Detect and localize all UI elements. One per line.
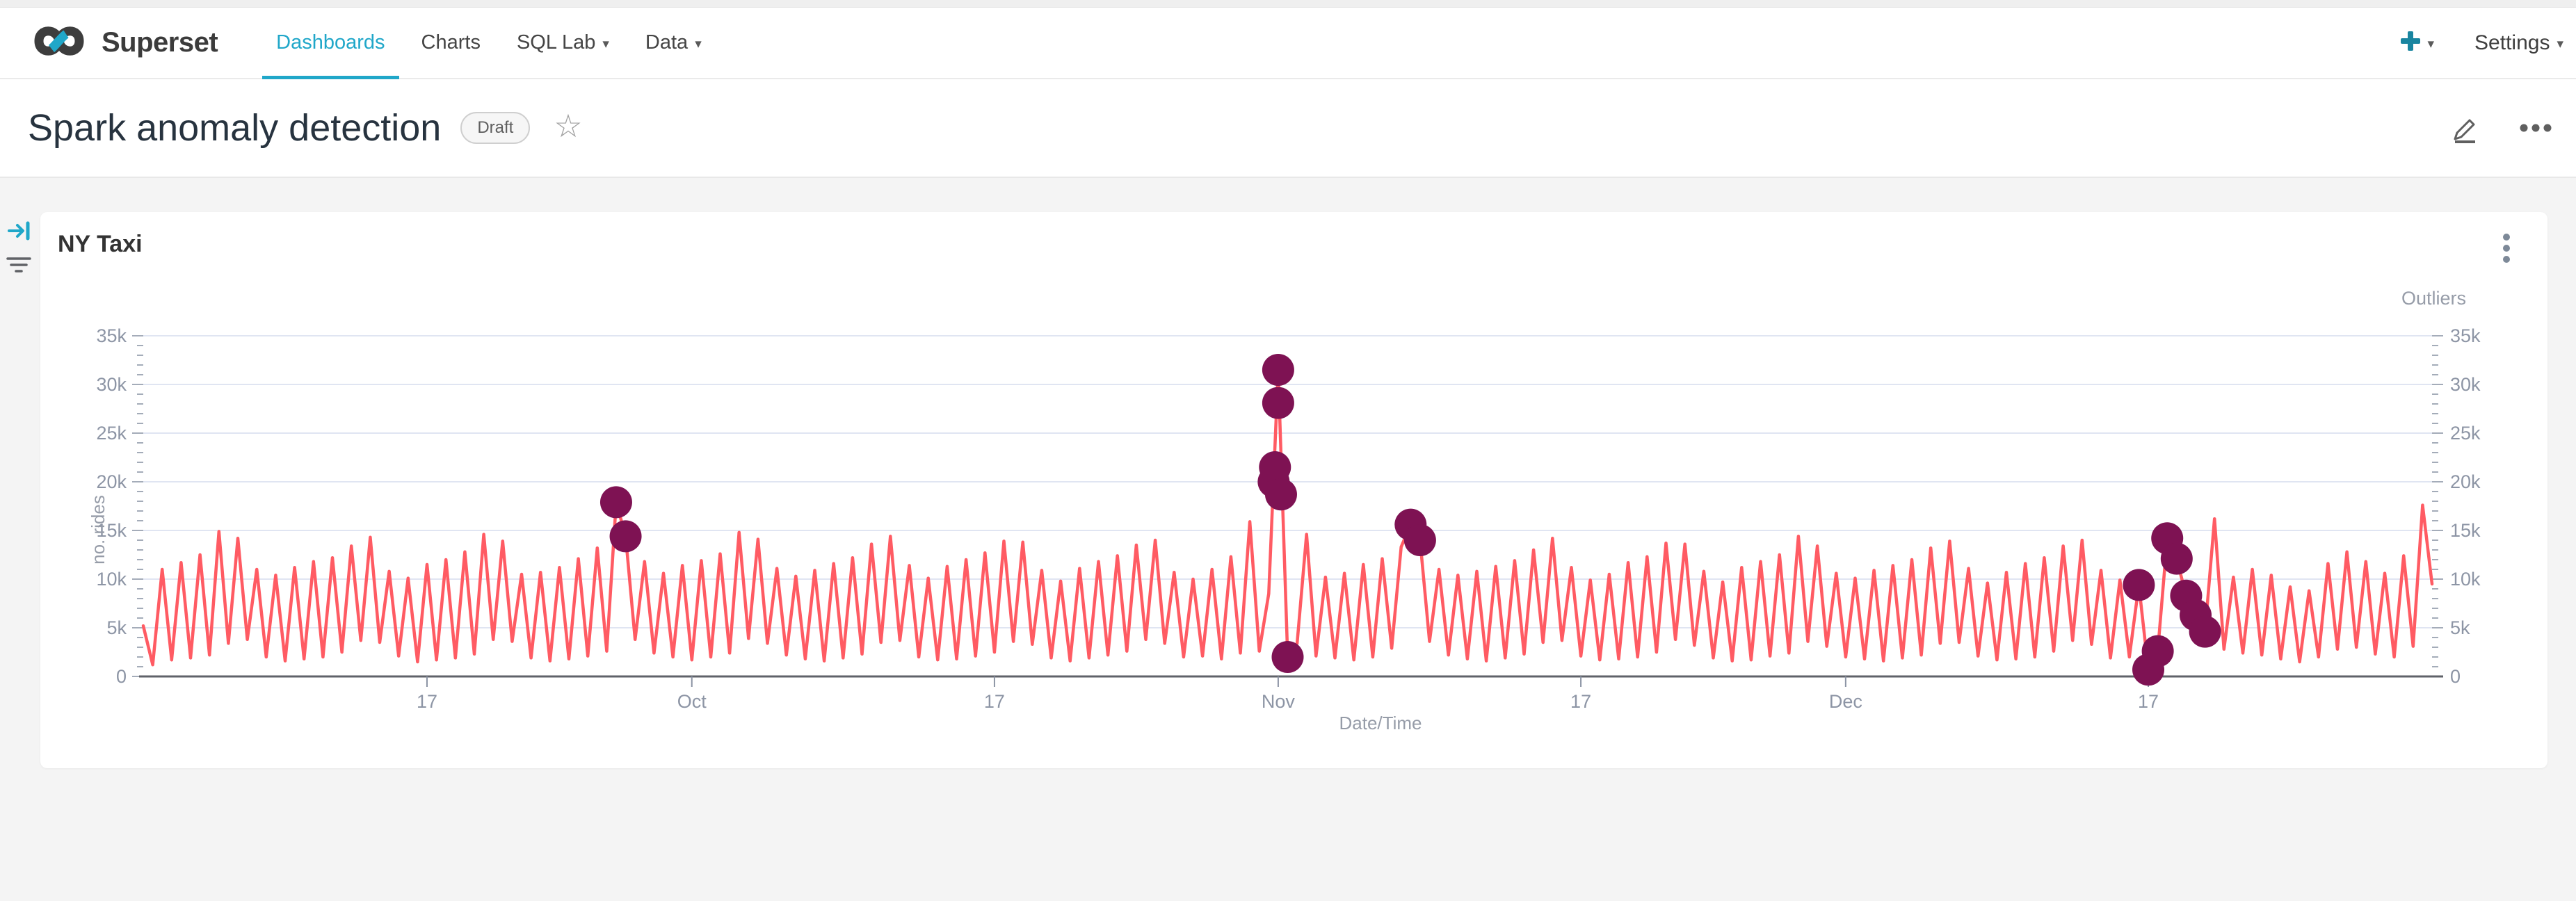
plus-icon (2400, 31, 2421, 55)
outlier-point[interactable] (1404, 524, 1436, 556)
expand-filter-bar-icon[interactable] (6, 217, 36, 248)
brand-name: Superset (102, 27, 218, 58)
outlier-point[interactable] (2189, 616, 2221, 648)
nav-item-charts[interactable]: Charts (403, 8, 499, 78)
outlier-point[interactable] (600, 486, 632, 518)
superset-logo[interactable]: Superset (24, 19, 218, 66)
outlier-point[interactable] (610, 520, 642, 552)
nav-item-dashboards[interactable]: Dashboards (258, 8, 403, 78)
caret-down-icon: ▾ (2428, 36, 2435, 51)
outlier-point[interactable] (2142, 635, 2174, 667)
caret-down-icon: ▾ (695, 36, 702, 51)
outlier-point[interactable] (2161, 543, 2193, 575)
favorite-star-icon[interactable]: ☆ (554, 110, 582, 142)
header-actions (2449, 112, 2552, 144)
outlier-point[interactable] (1262, 387, 1294, 419)
outlier-point[interactable] (1272, 641, 1304, 673)
ellipsis-menu-icon[interactable] (2519, 123, 2552, 133)
caret-down-icon: ▾ (2557, 36, 2563, 51)
filter-icon[interactable] (6, 254, 33, 282)
outlier-point[interactable] (1265, 478, 1297, 510)
chart-title: NY Taxi (58, 231, 143, 258)
outlier-point[interactable] (1262, 354, 1294, 386)
new-item-button[interactable]: ▾ (2400, 31, 2435, 55)
nav-menu: Dashboards Charts SQL Lab ▾ Data ▾ (258, 8, 720, 78)
dashboard-header: Spark anomaly detection Draft ☆ (0, 79, 2576, 178)
outlier-point[interactable] (1259, 451, 1291, 483)
caret-down-icon: ▾ (602, 36, 609, 51)
nav-item-sql-lab[interactable]: SQL Lab ▾ (499, 8, 627, 78)
edit-pencil-icon[interactable] (2449, 112, 2481, 144)
outlier-point[interactable] (2123, 569, 2155, 601)
kebab-menu-icon[interactable] (2502, 232, 2511, 269)
settings-menu[interactable]: Settings ▾ (2474, 31, 2563, 55)
nav-item-data[interactable]: Data ▾ (627, 8, 720, 78)
nav-right: ▾ Settings ▾ (2400, 31, 2564, 55)
navbar: Superset Dashboards Charts SQL Lab ▾ Dat… (0, 8, 2576, 79)
draft-status-badge: Draft (460, 112, 530, 144)
top-strip (0, 0, 2576, 8)
dashboard-title: Spark anomaly detection (28, 106, 441, 149)
superset-infinity-icon (24, 19, 93, 66)
